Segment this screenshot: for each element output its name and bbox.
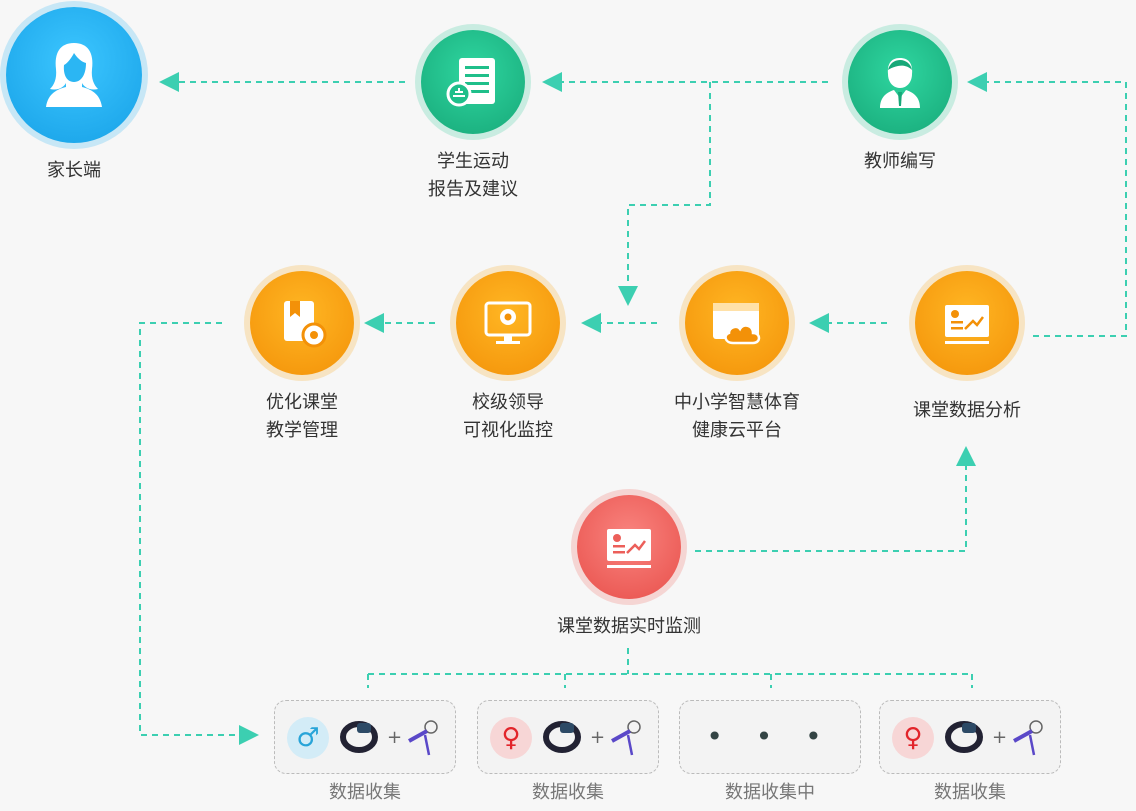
plus-sign: +: [992, 727, 1008, 748]
optimize-circle: [250, 271, 354, 375]
realtime-chart-icon: [607, 529, 651, 568]
platform-label: 中小学智慧体育 健康云平台: [657, 389, 817, 445]
collection-box-3-label: 数据收集中: [725, 782, 815, 803]
collection-box-2: ♀ +: [477, 700, 659, 774]
wristband-icon: [945, 721, 983, 753]
cloud-window-icon: [713, 303, 761, 345]
arrow-realtime-to-analysis: [695, 446, 976, 552]
report-label-line2: 报告及建议: [428, 179, 518, 200]
monitor-camera-icon: [484, 301, 532, 344]
realtime-circle: [577, 495, 681, 599]
sensor-probe-icon: [408, 720, 438, 756]
collection-box-4-label: 数据收集: [934, 782, 1006, 803]
female-icon: ♀: [490, 717, 532, 759]
analysis-label: 课堂数据分析: [913, 400, 1021, 421]
leader-circle: [456, 271, 560, 375]
wristband-icon: [543, 721, 581, 753]
parent-avatar-circle: [6, 7, 142, 143]
leader-label-line2: 可视化监控: [463, 420, 553, 441]
report-circle: [421, 30, 525, 134]
book-gear-icon: [284, 301, 327, 348]
arrow-teacher-to-leader: [618, 82, 711, 306]
sensor-probe-icon: [611, 720, 641, 756]
analysis-circle: [915, 271, 1019, 375]
node-platform: 中小学智慧体育 健康云平台: [657, 271, 817, 445]
platform-label-line2: 健康云平台: [692, 420, 782, 441]
optimize-label-line2: 教学管理: [266, 420, 338, 441]
collection-box-2-label: 数据收集: [532, 782, 604, 803]
leader-label: 校级领导 可视化监控: [428, 389, 588, 445]
optimize-label-line1: 优化课堂: [266, 392, 338, 413]
male-icon: ♂: [287, 717, 329, 759]
node-report: 学生运动 报告及建议: [393, 30, 553, 204]
node-analysis: 课堂数据分析: [887, 271, 1047, 425]
woman-avatar-icon: [46, 43, 102, 107]
node-optimize: 优化课堂 教学管理: [222, 271, 382, 445]
parent-label: 家长端: [47, 160, 101, 181]
collection-box-4: ♀ +: [879, 700, 1061, 774]
sensor-probe-icon: [1013, 720, 1043, 756]
plus-sign: +: [387, 727, 403, 748]
realtime-label: 课堂数据实时监测: [557, 616, 701, 637]
node-teacher: 教师编写: [820, 30, 980, 176]
node-parent: 家长端: [0, 7, 154, 185]
connector-collection-tree: [367, 648, 973, 688]
analysis-chart-icon: [945, 305, 989, 344]
collection-box-1-label: 数据收集: [329, 782, 401, 803]
leader-label-line1: 校级领导: [472, 392, 544, 413]
report-label: 学生运动 报告及建议: [393, 148, 553, 204]
teacher-avatar-icon: [880, 58, 920, 108]
collection-box-1: ♂ +: [274, 700, 456, 774]
node-realtime: 课堂数据实时监测: [541, 495, 717, 641]
wristband-icon: [340, 721, 378, 753]
report-label-line1: 学生运动: [437, 151, 509, 172]
ellipsis-icon: • • •: [706, 720, 834, 753]
teacher-circle: [848, 30, 952, 134]
optimize-label: 优化课堂 教学管理: [222, 389, 382, 445]
female-icon: ♀: [892, 717, 934, 759]
teacher-label: 教师编写: [864, 151, 936, 172]
node-leader: 校级领导 可视化监控: [428, 271, 588, 445]
platform-label-line1: 中小学智慧体育: [674, 392, 800, 413]
plus-sign: +: [590, 727, 606, 748]
report-document-icon: [446, 58, 495, 107]
collection-box-3: • • •: [679, 700, 861, 774]
platform-circle: [685, 271, 789, 375]
